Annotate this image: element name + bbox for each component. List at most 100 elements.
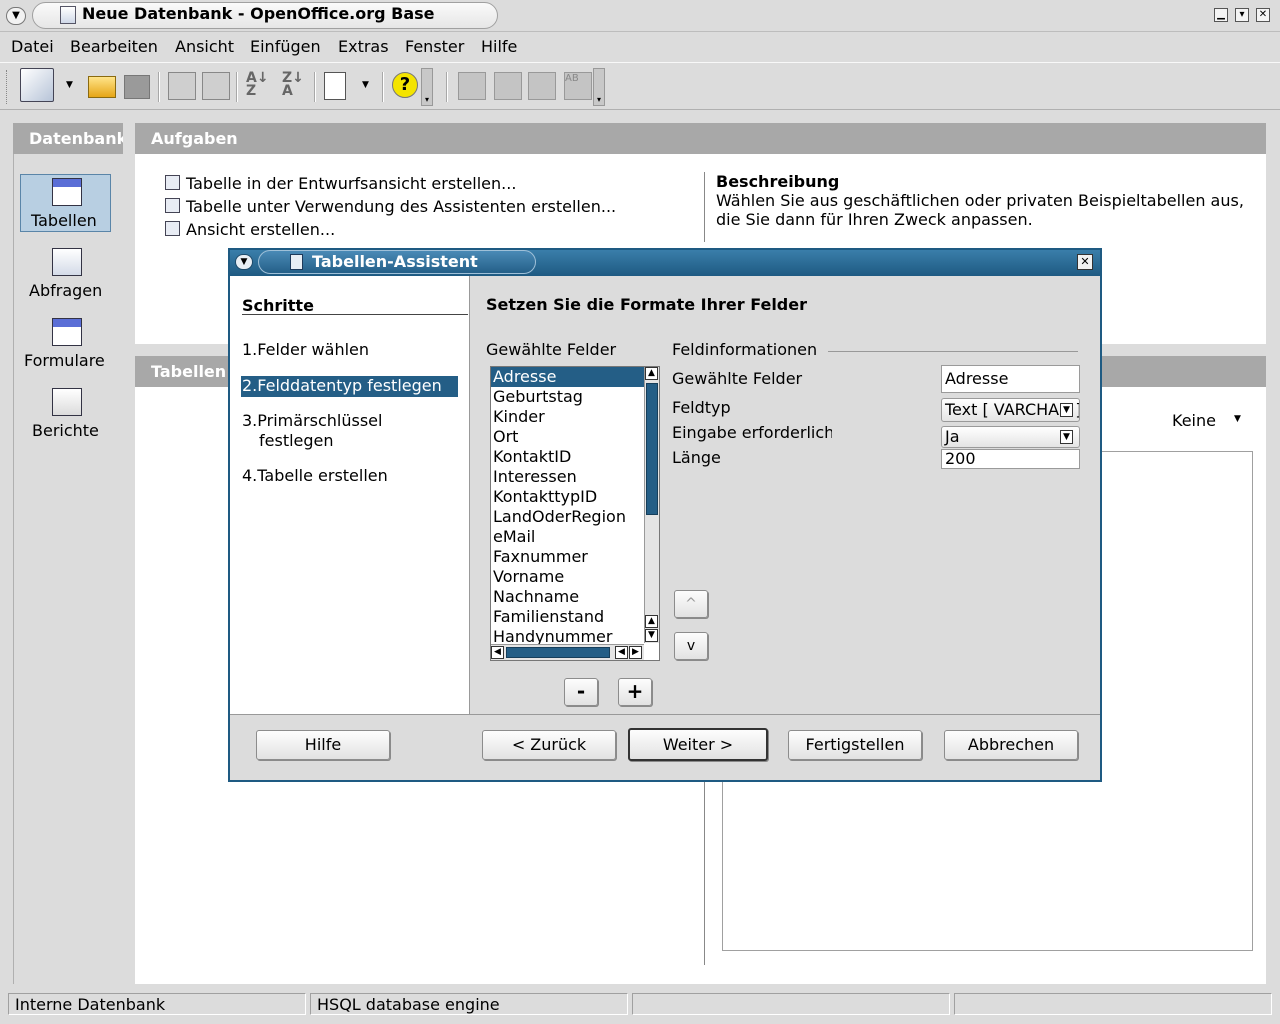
close-icon[interactable]: ✕ bbox=[1256, 8, 1270, 22]
menu-extras[interactable]: Extras bbox=[338, 37, 389, 56]
task-create-view[interactable]: Ansicht erstellen... bbox=[186, 220, 335, 239]
database-pane-header: Datenbank bbox=[13, 123, 123, 154]
step-4[interactable]: 4.Tabelle erstellen bbox=[242, 466, 388, 485]
scroll-up-icon[interactable]: ▲ bbox=[645, 615, 658, 628]
field-list-item[interactable]: LandOderRegion bbox=[491, 507, 645, 527]
task-wizard[interactable]: Tabelle unter Verwendung des Assistenten… bbox=[186, 197, 616, 216]
fields-vscrollbar[interactable]: ▲ ▲ ▼ bbox=[644, 367, 659, 643]
field-list-item[interactable]: KontaktID bbox=[491, 447, 645, 467]
field-list-item[interactable]: Familienstand bbox=[491, 607, 645, 627]
step-1[interactable]: 1.Felder wählen bbox=[242, 340, 369, 359]
description-line2: die Sie dann für Ihren Zweck anpassen. bbox=[716, 210, 1033, 229]
toolbar-separator bbox=[314, 72, 316, 102]
fields-hscrollbar[interactable]: ◀ ◀ ▶ bbox=[491, 644, 644, 660]
new-document-icon[interactable] bbox=[20, 68, 54, 102]
menu-fenster[interactable]: Fenster bbox=[405, 37, 464, 56]
fields-listbox[interactable]: Adresse Geburtstag Kinder Ort KontaktID Inter… bbox=[490, 366, 660, 661]
sort-ascending-icon[interactable]: A↓ Z bbox=[246, 71, 269, 98]
maximize-icon[interactable]: ▾ bbox=[1235, 8, 1249, 22]
menu-datei[interactable]: Datei bbox=[11, 37, 54, 56]
nav-reports-label[interactable]: Berichte bbox=[32, 421, 99, 440]
field-list-item[interactable]: Ort bbox=[491, 427, 645, 447]
sort-descending-icon[interactable]: Z↓ A bbox=[282, 71, 304, 98]
chevron-down-icon[interactable]: ▼ bbox=[1234, 414, 1241, 424]
toolbar-grip[interactable] bbox=[6, 70, 10, 104]
scroll-left-icon[interactable]: ◀ bbox=[491, 646, 504, 659]
save-icon[interactable] bbox=[124, 75, 150, 99]
menu-ansicht[interactable]: Ansicht bbox=[175, 37, 234, 56]
table-wizard-dialog: ▼ Tabellen-Assistent ✕ Schritte 1.Felder… bbox=[228, 248, 1102, 782]
hscroll-thumb[interactable] bbox=[506, 647, 610, 658]
page-heading: Setzen Sie die Formate Ihrer Felder bbox=[486, 295, 807, 314]
form-view-icon[interactable] bbox=[324, 72, 346, 100]
nav-queries-label[interactable]: Abfragen bbox=[29, 281, 102, 300]
menu-bearbeiten[interactable]: Bearbeiten bbox=[70, 37, 158, 56]
scroll-right-icon[interactable]: ▶ bbox=[629, 646, 642, 659]
queries-icon[interactable] bbox=[52, 248, 82, 276]
paste-icon[interactable] bbox=[202, 72, 230, 100]
required-value: Ja bbox=[945, 427, 960, 446]
delete-object-icon[interactable] bbox=[528, 72, 556, 100]
move-up-button[interactable]: ^ bbox=[674, 590, 708, 618]
dialog-menu-icon[interactable]: ▼ bbox=[235, 254, 253, 270]
cancel-button[interactable]: Abbrechen bbox=[944, 730, 1078, 760]
new-dropdown-icon[interactable]: ▼ bbox=[66, 80, 73, 90]
step-3[interactable]: 3.Primärschlüssel festlegen bbox=[242, 411, 382, 451]
minimize-icon[interactable]: ▁ bbox=[1214, 8, 1228, 22]
chevron-down-icon[interactable]: ▼ bbox=[1060, 403, 1073, 417]
field-list-item[interactable]: Faxnummer bbox=[491, 547, 645, 567]
back-button[interactable]: < Zurück bbox=[482, 730, 616, 760]
tasks-pane-header: Aufgaben bbox=[135, 123, 1266, 154]
scroll-thumb[interactable] bbox=[646, 383, 658, 515]
open-folder-icon[interactable] bbox=[88, 76, 116, 98]
reports-icon[interactable] bbox=[52, 388, 82, 416]
length-input[interactable]: 200 bbox=[941, 449, 1080, 469]
field-list-item[interactable]: Vorname bbox=[491, 567, 645, 587]
status-database-type: Interne Datenbank bbox=[8, 993, 306, 1015]
remove-field-button[interactable]: - bbox=[564, 678, 598, 706]
nav-forms-label[interactable]: Formulare bbox=[24, 351, 105, 370]
dialog-close-icon[interactable]: ✕ bbox=[1077, 254, 1093, 270]
field-list-item[interactable]: Kinder bbox=[491, 407, 645, 427]
help-button[interactable]: Hilfe bbox=[256, 730, 390, 760]
help-icon[interactable]: ? bbox=[392, 72, 418, 98]
form-dropdown-icon[interactable]: ▼ bbox=[362, 80, 369, 90]
task-design-view[interactable]: Tabelle in der Entwurfsansicht erstellen… bbox=[186, 174, 516, 193]
field-name-input[interactable]: Adresse bbox=[941, 365, 1080, 393]
scroll-left-icon[interactable]: ◀ bbox=[615, 646, 628, 659]
finish-button[interactable]: Fertigstellen bbox=[788, 730, 922, 760]
toolbar-overflow-icon[interactable]: ▾ bbox=[593, 68, 605, 106]
scroll-down-icon[interactable]: ▼ bbox=[645, 629, 658, 642]
status-empty-2 bbox=[954, 993, 1272, 1015]
dialog-button-rule bbox=[230, 714, 1100, 715]
menu-hilfe[interactable]: Hilfe bbox=[481, 37, 517, 56]
chevron-down-icon[interactable]: ▼ bbox=[1060, 430, 1073, 444]
field-list-item[interactable]: Interessen bbox=[491, 467, 645, 487]
move-down-button[interactable]: v bbox=[674, 632, 708, 660]
field-name-label: Gewählte Felder bbox=[672, 369, 803, 388]
field-list-item[interactable]: Adresse bbox=[491, 367, 646, 388]
toolbar-overflow-icon[interactable]: ▾ bbox=[421, 68, 433, 106]
add-field-button[interactable]: + bbox=[618, 678, 652, 706]
status-empty-1 bbox=[632, 993, 950, 1015]
field-list-item[interactable]: KontakttypID bbox=[491, 487, 645, 507]
step-2-active[interactable]: 2.Felddatentyp festlegen bbox=[241, 376, 458, 397]
scroll-up-icon[interactable]: ▲ bbox=[645, 367, 658, 380]
rename-object-icon[interactable]: AB bbox=[564, 72, 592, 100]
steps-title: Schritte bbox=[242, 296, 314, 315]
field-list-item[interactable]: Geburtstag bbox=[491, 387, 645, 407]
field-list-item[interactable]: Nachname bbox=[491, 587, 645, 607]
edit-object-icon[interactable] bbox=[494, 72, 522, 100]
length-label: Länge bbox=[672, 448, 721, 467]
status-engine: HSQL database engine bbox=[310, 993, 628, 1015]
copy-icon[interactable] bbox=[168, 72, 196, 100]
forms-icon[interactable] bbox=[52, 318, 82, 346]
next-button[interactable]: Weiter > bbox=[628, 728, 768, 761]
window-menu-icon[interactable]: ▼ bbox=[6, 7, 26, 25]
field-info-group-rule bbox=[828, 351, 1078, 352]
field-list-item[interactable]: eMail bbox=[491, 527, 645, 547]
preview-select[interactable]: Keine bbox=[1172, 411, 1216, 430]
menu-einfuegen[interactable]: Einfügen bbox=[250, 37, 321, 56]
open-object-icon[interactable] bbox=[458, 72, 486, 100]
description-line1: Wählen Sie aus geschäftlichen oder priva… bbox=[716, 191, 1244, 210]
